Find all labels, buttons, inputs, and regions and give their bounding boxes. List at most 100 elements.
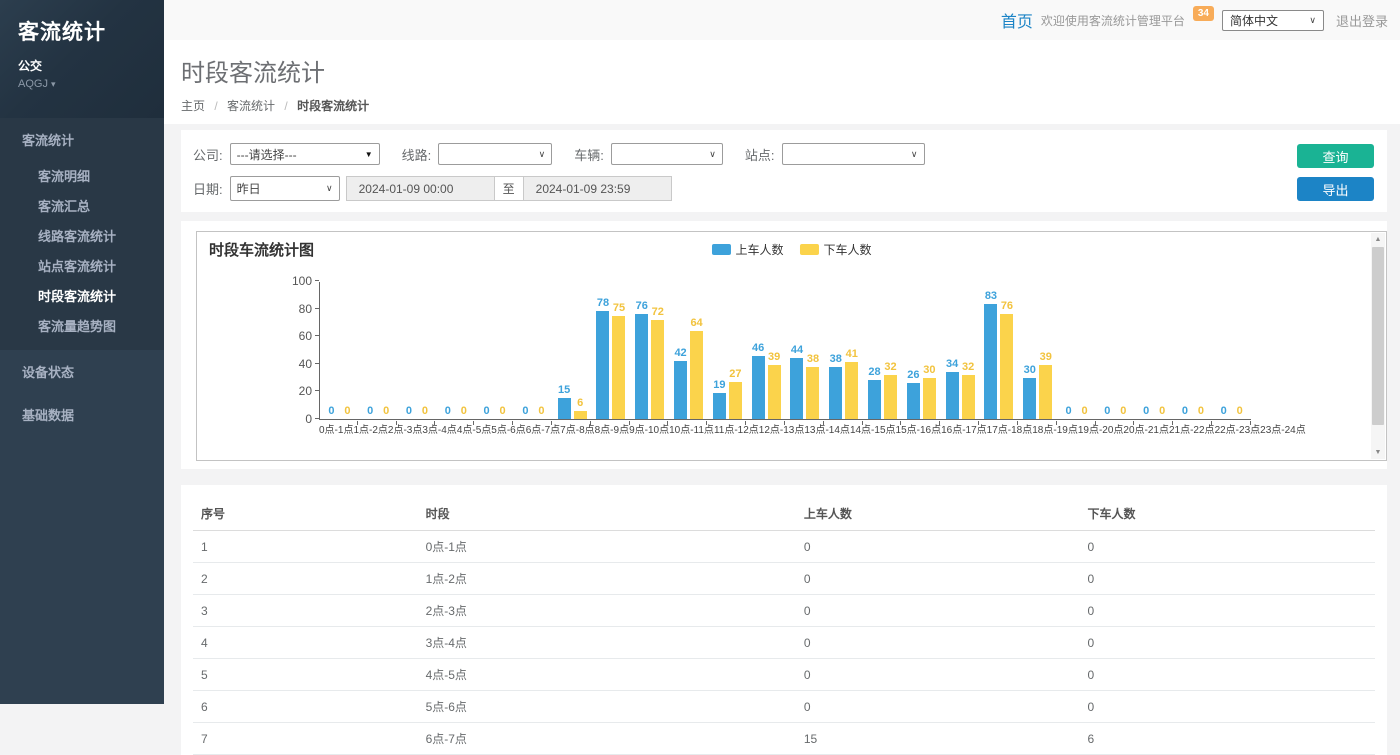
header-alighting: 下车人数 bbox=[1079, 497, 1375, 531]
vehicle-filter: 车辆: ∨ bbox=[574, 143, 723, 165]
scroll-down-icon[interactable]: ▼ bbox=[1375, 446, 1382, 459]
bar-alighting: 0 bbox=[418, 406, 431, 419]
date-end-input[interactable]: 2024-01-09 23:59 bbox=[524, 177, 671, 200]
y-axis-tick bbox=[315, 363, 319, 364]
bar-boarding: 0 bbox=[364, 406, 377, 419]
sidebar-subitem[interactable]: 客流量趋势图 bbox=[0, 311, 164, 341]
x-axis-label: 5点-6点 bbox=[491, 425, 525, 437]
legend-item[interactable]: 下车人数 bbox=[800, 241, 872, 258]
date-label: 日期: bbox=[193, 179, 223, 198]
bar-alighting: 64 bbox=[690, 318, 703, 419]
bar-rect bbox=[962, 375, 975, 419]
bar-alighting: 0 bbox=[1233, 406, 1246, 419]
chart-scrollbar[interactable]: ▲ ▼ bbox=[1371, 233, 1385, 459]
bar-boarding: 76 bbox=[635, 301, 648, 419]
query-button[interactable]: 查询 bbox=[1297, 144, 1374, 168]
bar-alighting: 0 bbox=[341, 406, 354, 419]
scroll-up-icon[interactable]: ▲ bbox=[1375, 233, 1382, 246]
bar-rect bbox=[868, 380, 881, 419]
x-axis-labels: 0点-1点1点-2点2点-3点3点-4点4点-5点5点-6点6点-7点7点-8点… bbox=[319, 425, 1251, 437]
bar-boarding: 0 bbox=[402, 406, 415, 419]
sidebar-subitem[interactable]: 客流明细 bbox=[0, 161, 164, 191]
language-select[interactable]: 简体中文 ∨ bbox=[1222, 10, 1324, 31]
date-range-group: 2024-01-09 00:00 至 2024-01-09 23:59 bbox=[346, 176, 672, 201]
x-axis-label: 8点-9点 bbox=[595, 425, 629, 437]
x-axis-label: 16点-17点 bbox=[941, 425, 987, 437]
bar-value-label: 0 bbox=[1159, 406, 1165, 417]
chevron-down-icon: ∨ bbox=[911, 149, 918, 160]
notification-badge[interactable]: 34 bbox=[1193, 6, 1214, 21]
legend-item[interactable]: 上车人数 bbox=[711, 241, 783, 258]
chevron-down-icon: ∨ bbox=[539, 149, 546, 160]
bar-alighting: 41 bbox=[845, 349, 858, 419]
filter-row-1: 公司: ---请选择--- ▼ 线路: ∨ 车辆: bbox=[193, 143, 1375, 165]
station-select[interactable]: ∨ bbox=[782, 143, 925, 165]
bar-value-label: 0 bbox=[344, 406, 350, 417]
bar-value-label: 27 bbox=[729, 369, 741, 380]
line-label: 线路: bbox=[402, 145, 432, 164]
station-filter: 站点: ∨ bbox=[745, 143, 925, 165]
sidebar-subitem[interactable]: 客流汇总 bbox=[0, 191, 164, 221]
bar-rect bbox=[574, 411, 587, 419]
y-axis-label: 100 bbox=[278, 274, 312, 288]
date-preset-select[interactable]: 昨日 ∨ bbox=[230, 176, 340, 201]
page-title: 时段客流统计 bbox=[181, 53, 1400, 88]
cell-seq: 2 bbox=[193, 563, 418, 595]
sidebar-item-passenger-stats[interactable]: 客流统计 bbox=[0, 118, 164, 161]
user-menu[interactable]: AQGJ▾ bbox=[18, 78, 148, 90]
bar-value-label: 30 bbox=[1024, 365, 1036, 376]
sidebar-item-device-status[interactable]: 设备状态 bbox=[0, 350, 164, 393]
bar-boarding: 38 bbox=[829, 354, 842, 419]
bar-alighting: 39 bbox=[768, 352, 781, 419]
bar-rect bbox=[768, 365, 781, 419]
bar-value-label: 76 bbox=[1001, 301, 1013, 312]
sidebar-subitem[interactable]: 时段客流统计 bbox=[0, 281, 164, 311]
table-row: 32点-3点00 bbox=[193, 595, 1375, 627]
export-button[interactable]: 导出 bbox=[1297, 177, 1374, 201]
breadcrumb-home[interactable]: 主页 bbox=[181, 99, 205, 113]
chart-category: 2832 bbox=[863, 282, 902, 419]
chart-category: 00 bbox=[514, 282, 553, 419]
bar-rect bbox=[596, 311, 609, 419]
breadcrumb-current: 时段客流统计 bbox=[297, 99, 369, 113]
chart-category: 4264 bbox=[669, 282, 708, 419]
sidebar-item-base-data[interactable]: 基础数据 bbox=[0, 393, 164, 436]
y-axis-label: 40 bbox=[278, 357, 312, 371]
line-select[interactable]: ∨ bbox=[438, 143, 552, 165]
x-axis-label: 6点-7点 bbox=[526, 425, 560, 437]
sidebar-subitem[interactable]: 线路客流统计 bbox=[0, 221, 164, 251]
bar-boarding: 26 bbox=[907, 370, 920, 419]
bar-value-label: 30 bbox=[923, 365, 935, 376]
scrollbar-thumb[interactable] bbox=[1372, 247, 1384, 425]
header-seq: 序号 bbox=[193, 497, 418, 531]
cell-seq: 7 bbox=[193, 723, 418, 755]
x-axis-label: 0点-1点 bbox=[319, 425, 353, 437]
chart-category: 3841 bbox=[824, 282, 863, 419]
vehicle-select[interactable]: ∨ bbox=[611, 143, 723, 165]
company-select[interactable]: ---请选择--- ▼ bbox=[230, 143, 380, 165]
bar-boarding: 34 bbox=[946, 359, 959, 419]
table-row: 21点-2点00 bbox=[193, 563, 1375, 595]
language-select-value: 简体中文 bbox=[1230, 12, 1278, 29]
x-axis-label: 12点-13点 bbox=[759, 425, 805, 437]
bar-value-label: 0 bbox=[538, 406, 544, 417]
home-link[interactable]: 首页 bbox=[1001, 8, 1033, 32]
chart-category: 7875 bbox=[592, 282, 631, 419]
bar-value-label: 46 bbox=[752, 343, 764, 354]
cell-seq: 5 bbox=[193, 659, 418, 691]
cell-period: 6点-7点 bbox=[418, 723, 796, 755]
bar-boarding: 28 bbox=[868, 367, 881, 419]
logout-link[interactable]: 退出登录 bbox=[1336, 11, 1388, 30]
bar-boarding: 30 bbox=[1023, 365, 1036, 419]
date-start-input[interactable]: 2024-01-09 00:00 bbox=[347, 177, 494, 200]
breadcrumb-passenger-stats[interactable]: 客流统计 bbox=[227, 99, 275, 113]
bar-value-label: 0 bbox=[422, 406, 428, 417]
sidebar-subitem[interactable]: 站点客流统计 bbox=[0, 251, 164, 281]
header-period: 时段 bbox=[418, 497, 796, 531]
bar-boarding: 0 bbox=[519, 406, 532, 419]
bar-value-label: 0 bbox=[1081, 406, 1087, 417]
legend-label: 下车人数 bbox=[824, 241, 872, 258]
bar-alighting: 0 bbox=[380, 406, 393, 419]
bar-value-label: 0 bbox=[1120, 406, 1126, 417]
page-heading: 时段客流统计 主页 / 客流统计 / 时段客流统计 bbox=[164, 40, 1400, 124]
